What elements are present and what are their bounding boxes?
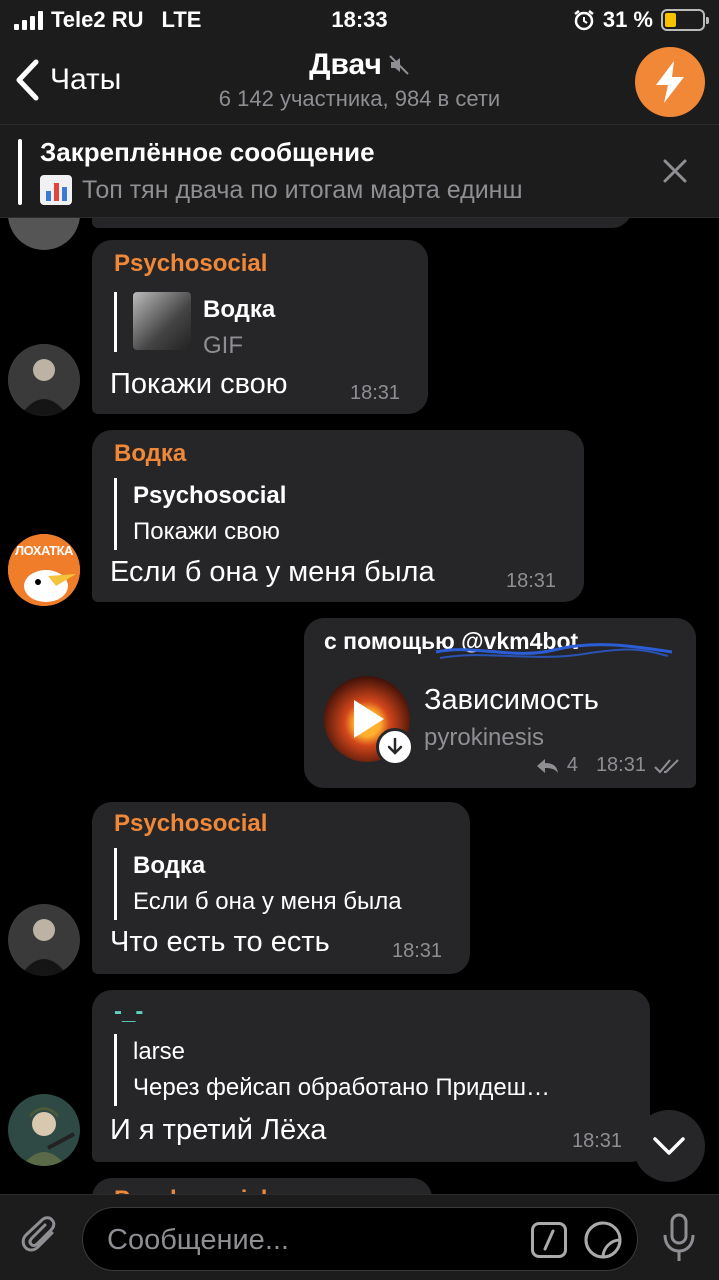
- message-time: 18:31: [506, 570, 557, 592]
- pinned-indicator: [18, 139, 22, 205]
- reply-preview[interactable]: Psychosocial Покажи свою: [114, 478, 286, 550]
- message-text: Если б она у меня была: [110, 556, 435, 588]
- scribble-overlay: [435, 643, 673, 659]
- pinned-title: Закреплённое сообщение: [40, 137, 375, 167]
- reply-thumbnail: [133, 292, 191, 350]
- pinned-message[interactable]: Закреплённое сообщение Топ тян двача по …: [0, 124, 719, 218]
- sender-name[interactable]: Водка: [114, 440, 186, 468]
- avatar[interactable]: [8, 344, 80, 416]
- reply-preview[interactable]: Водка Если б она у меня была: [114, 848, 402, 920]
- reply-name: Водка: [133, 852, 206, 879]
- message-time: 18:31: [572, 1130, 623, 1152]
- pinned-text-row: Топ тян двача по итогам марта единш: [40, 175, 523, 205]
- chat-avatar[interactable]: [635, 47, 705, 117]
- message-text: Покажи свою: [110, 368, 288, 400]
- scroll-to-bottom-button[interactable]: [633, 1110, 705, 1182]
- close-icon[interactable]: [661, 157, 689, 185]
- sender-name[interactable]: -_-: [114, 998, 143, 1026]
- chat-title: Двач: [309, 48, 382, 81]
- sticker-icon[interactable]: [583, 1220, 623, 1260]
- message-bubble[interactable]: -_- larse Через фейсап обработано Придеш…: [92, 990, 650, 1162]
- chat-subtitle: 6 142 участника, 984 в сети: [218, 86, 501, 111]
- reply-name: Psychosocial: [133, 482, 287, 509]
- portrait-icon: [8, 344, 80, 416]
- portrait-icon: [8, 904, 80, 976]
- avatar[interactable]: [8, 904, 80, 976]
- double-check-icon: [654, 758, 679, 773]
- muted-icon: [389, 55, 409, 75]
- pinned-text: Топ тян двача по итогам марта единш: [82, 175, 523, 204]
- message-time: 18:31: [595, 754, 646, 776]
- soldier-avatar-image: [8, 1094, 80, 1166]
- message-meta: 4 18:31: [535, 754, 682, 777]
- alarm-icon: [574, 10, 594, 31]
- message-time: 18:31: [392, 940, 443, 962]
- audio-artist: pyrokinesis: [424, 724, 545, 751]
- avatar-caption: ЛОХАТКА: [15, 543, 73, 558]
- reply-name: Водка: [203, 296, 276, 323]
- forward-count: 4: [566, 754, 578, 776]
- reply-text: Покажи свою: [133, 518, 280, 545]
- status-bar: Tele2 RU LTE 18:33 31 %: [0, 0, 719, 40]
- forward-icon: [536, 758, 558, 773]
- battery-icon: [661, 9, 709, 31]
- audio-title: Зависимость: [424, 684, 599, 716]
- message-input-bar: Сообщение...: [0, 1194, 719, 1280]
- message-time: 18:31: [350, 382, 401, 404]
- message-placeholder: Сообщение...: [107, 1224, 289, 1256]
- avatar[interactable]: [8, 1094, 80, 1166]
- microphone-icon[interactable]: [661, 1213, 697, 1263]
- message-bubble[interactable]: Psychosocial: [92, 1178, 432, 1194]
- download-icon[interactable]: [376, 728, 414, 766]
- status-right: 31 %: [573, 7, 709, 33]
- message-bubble[interactable]: Psychosocial Водка Если б она у меня был…: [92, 802, 470, 974]
- chat-header: Чаты Двач 6 142 участника, 984 в сети: [0, 40, 719, 124]
- bar-chart-icon: [40, 175, 72, 205]
- message-input[interactable]: Сообщение...: [82, 1207, 638, 1271]
- message-text: И я третий Лёха: [110, 1114, 327, 1146]
- lightning-icon: [656, 61, 684, 103]
- message-text: Что есть то есть: [110, 926, 330, 958]
- outgoing-message-bubble[interactable]: с помощью @vkm4bot Зависимость pyrokines…: [304, 618, 696, 788]
- chat-title-area[interactable]: Двач 6 142 участника, 984 в сети: [0, 48, 719, 112]
- sender-name[interactable]: Psychosocial: [114, 810, 267, 838]
- chevron-down-icon: [653, 1137, 685, 1155]
- previous-message-bubble[interactable]: [92, 218, 632, 228]
- paperclip-icon[interactable]: [20, 1215, 64, 1259]
- reply-name: larse: [133, 1038, 186, 1065]
- reply-preview[interactable]: Водка GIF: [114, 292, 276, 359]
- message-list[interactable]: Psychosocial Водка GIF Покажи свою 18:31…: [0, 218, 719, 1194]
- avatar[interactable]: ЛОХАТКА: [8, 534, 80, 606]
- message-bubble[interactable]: Водка Psychosocial Покажи свою Если б он…: [92, 430, 584, 602]
- battery-percent: 31 %: [602, 7, 653, 32]
- reply-text: Через фейсап обработано Придеш…: [133, 1074, 550, 1101]
- avatar[interactable]: [8, 218, 80, 250]
- sender-name[interactable]: Psychosocial: [114, 250, 267, 278]
- reply-preview[interactable]: larse Через фейсап обработано Придеш…: [114, 1034, 550, 1106]
- reply-text: Если б она у меня была: [133, 888, 402, 915]
- sender-name[interactable]: Psychosocial: [114, 1186, 267, 1194]
- reply-text: GIF: [203, 332, 243, 359]
- bot-command-icon[interactable]: [531, 1222, 567, 1258]
- message-bubble[interactable]: Psychosocial Водка GIF Покажи свою 18:31: [92, 240, 428, 414]
- audio-cover[interactable]: [324, 676, 414, 766]
